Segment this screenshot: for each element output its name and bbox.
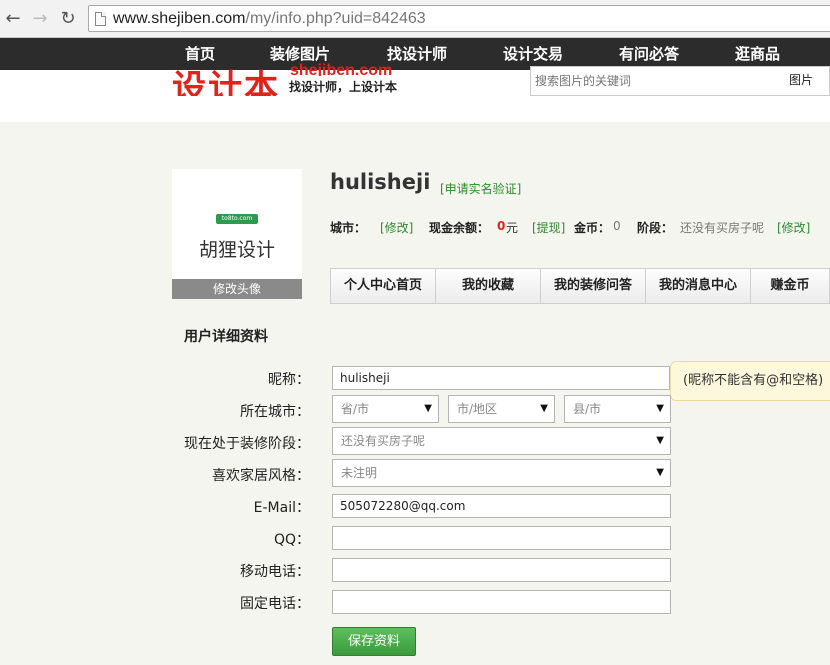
city-value: 市/地区 [457, 402, 498, 416]
mobile-label: 移动电话： [240, 564, 310, 580]
address-bar[interactable]: www.shejiben.com/my/info.php?uid=842463 [88, 5, 830, 32]
nav-item-designers[interactable]: 找设计师 [387, 38, 447, 70]
city-select[interactable]: 市/地区 ▼ [448, 395, 555, 423]
balance-label: 现金余额： [429, 221, 490, 235]
avatar-name: 胡狸设计 [198, 239, 275, 261]
city-field-label: 所在城市： [240, 404, 310, 420]
back-arrow-icon[interactable]: ← [2, 7, 24, 29]
save-profile-button[interactable]: 保存资料 [332, 627, 416, 656]
chevron-down-icon: ▼ [656, 403, 664, 414]
mobile-input[interactable] [332, 558, 671, 582]
county-select[interactable]: 县/市 ▼ [564, 395, 671, 423]
logo-slogan: 找设计师，上设计本 [289, 80, 398, 94]
style-select[interactable]: 未注明 ▼ [332, 459, 671, 487]
avatar-tag: to8to.com [216, 214, 258, 224]
url-path: /my/info.php?uid=842463 [245, 10, 426, 27]
tab-messages[interactable]: 我的消息中心 [646, 269, 751, 303]
qq-input[interactable] [332, 526, 671, 550]
verify-identity-link[interactable]: [申请实名验证] [440, 180, 521, 197]
tab-user-home[interactable]: 个人中心首页 [331, 269, 436, 303]
tab-favorites[interactable]: 我的收藏 [436, 269, 541, 303]
edit-avatar-button[interactable]: 修改头像 [172, 279, 302, 299]
tab-my-qa[interactable]: 我的装修问答 [541, 269, 646, 303]
city-edit-link[interactable]: [修改] [380, 219, 413, 236]
coins-label: 金币： [574, 221, 611, 235]
reload-icon[interactable]: ↻ [57, 7, 79, 29]
forward-arrow-icon[interactable]: → [29, 7, 51, 29]
style-field-label: 喜欢家居风格： [212, 468, 310, 484]
stage-select-value: 还没有买房子呢 [341, 434, 426, 448]
form-title: 用户详细资料 [184, 329, 268, 345]
tab-earn-coins[interactable]: 赚金币 [751, 269, 829, 303]
phone-input[interactable] [332, 590, 671, 614]
site-header: 设计本 shejiben.com 找设计师，上设计本 图片 [0, 62, 830, 122]
balance-unit: 元 [506, 221, 519, 235]
stage-label: 阶段： [637, 221, 674, 235]
browser-toolbar: ← → ↻ www.shejiben.com/my/info.php?uid=8… [0, 0, 830, 38]
site-logo[interactable]: 设计本 [172, 60, 280, 96]
province-select[interactable]: 省/市 ▼ [332, 395, 439, 423]
city-label: 城市： [330, 221, 367, 235]
logo-domain: shejiben.com [290, 62, 393, 76]
province-value: 省/市 [341, 402, 370, 416]
stage-edit-link[interactable]: [修改] [777, 219, 810, 236]
chevron-down-icon: ▼ [656, 467, 664, 478]
chevron-down-icon: ▼ [656, 435, 664, 446]
balance-value: 0 [497, 219, 506, 233]
county-value: 县/市 [573, 402, 602, 416]
withdraw-link[interactable]: [提现] [532, 219, 565, 236]
nickname-tip: (昵称不能含有@和空格) [670, 361, 830, 401]
style-select-value: 未注明 [341, 466, 378, 480]
email-label: E-Mail： [253, 500, 310, 516]
search-category-button[interactable]: 图片 [789, 71, 813, 88]
user-center-tabs: 个人中心首页 我的收藏 我的装修问答 我的消息中心 赚金币 [330, 268, 830, 304]
search-box: 图片 [530, 66, 830, 96]
nickname-label: 昵称： [268, 372, 310, 388]
stage-field-label: 现在处于装修阶段： [184, 436, 310, 452]
stage-select[interactable]: 还没有买房子呢 ▼ [332, 427, 671, 455]
avatar: to8to.com 胡狸设计 修改头像 [172, 169, 302, 299]
qq-label: QQ： [273, 532, 310, 548]
chevron-down-icon: ▼ [540, 403, 548, 414]
email-input[interactable] [332, 494, 671, 518]
url-text: www.shejiben.com/my/info.php?uid=842463 [113, 10, 426, 28]
url-host: www.shejiben.com [113, 10, 246, 27]
coins-value: 0 [613, 219, 621, 233]
search-input[interactable] [531, 67, 781, 95]
username: hulisheji [330, 170, 431, 194]
stage-value: 还没有买房子呢 [680, 221, 765, 235]
nickname-input[interactable] [332, 366, 670, 390]
chevron-down-icon: ▼ [424, 403, 432, 414]
phone-label: 固定电话： [240, 596, 310, 612]
page-icon [95, 12, 106, 26]
